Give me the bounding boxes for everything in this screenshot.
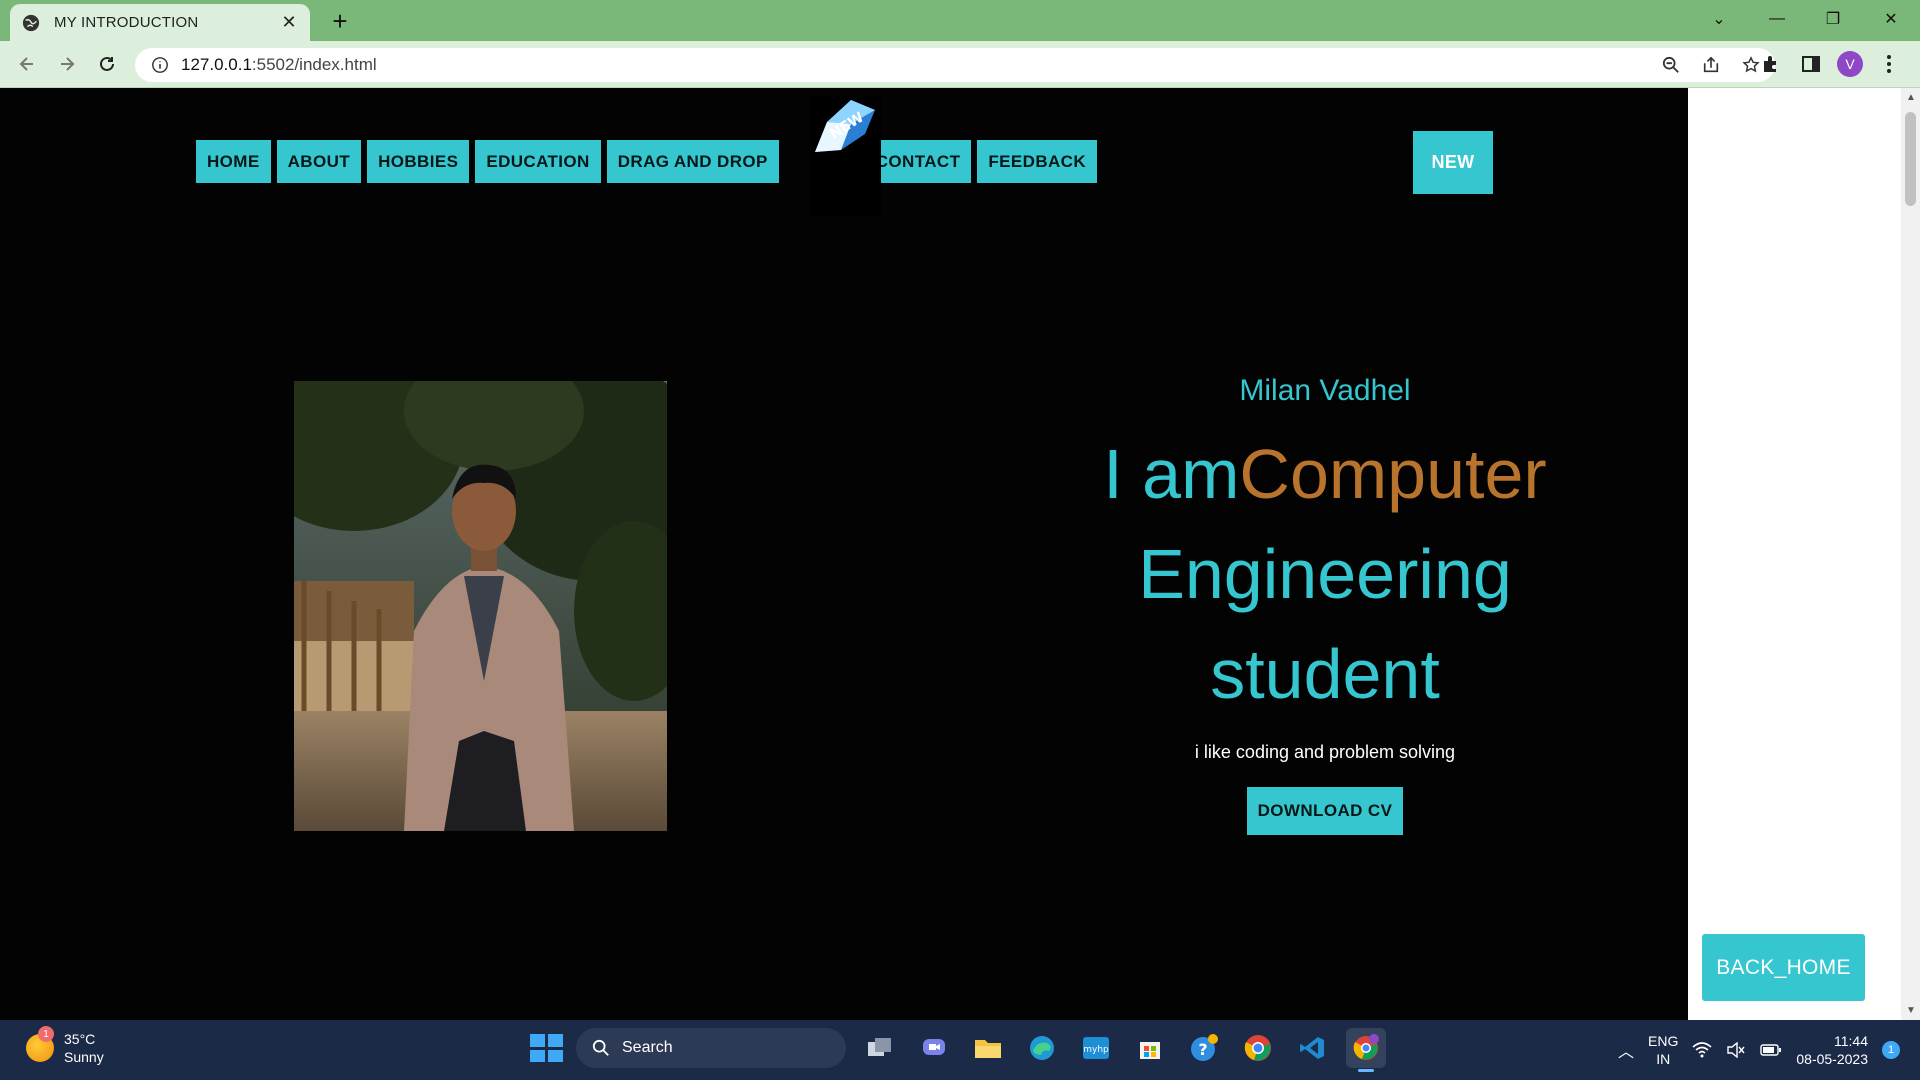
file-explorer-icon[interactable] [968,1028,1008,1068]
tab-search-icon[interactable]: ⌄ [1694,4,1744,34]
nav-drag-and-drop[interactable]: DRAG AND DROP [606,140,779,183]
new-tab-icon[interactable]: + [325,6,355,36]
myhp-icon[interactable]: myhp [1076,1028,1116,1068]
weather-desc: Sunny [64,1049,104,1065]
volume-muted-icon[interactable] [1726,1042,1746,1058]
new-button[interactable]: NEW [1413,131,1493,194]
hero-name: Milan Vadhel [1239,374,1411,407]
restore-icon[interactable]: ❐ [1808,4,1858,34]
scroll-down-arrow-icon[interactable]: ▼ [1906,1005,1916,1016]
side-panel-icon[interactable] [1797,50,1825,78]
share-icon[interactable] [1697,51,1725,79]
page-viewport: HOME ABOUT HOBBIES EDUCATION DRAG AND DR… [0,88,1920,1020]
lang-bottom: IN [1656,1051,1671,1067]
taskbar-search[interactable]: Search [576,1028,846,1068]
hero-section: Milan Vadhel I amComputer Engineering st… [1030,368,1620,835]
page-scrollbar[interactable]: ▲ ▼ [1901,88,1920,1020]
white-side-area [1688,88,1901,1020]
battery-icon[interactable] [1760,1043,1782,1057]
extensions-puzzle-icon[interactable] [1757,50,1785,78]
profile-photo [294,381,667,831]
svg-text:myhp: myhp [1083,1045,1109,1055]
svg-text:?: ? [1198,1040,1207,1059]
back-arrow-icon[interactable] [12,49,42,79]
profile-avatar[interactable]: V [1837,51,1863,77]
microsoft-store-icon[interactable] [1130,1028,1170,1068]
teams-chat-icon[interactable] [914,1028,954,1068]
browser-tab[interactable]: MY INTRODUCTION ✕ [10,4,310,41]
close-tab-icon[interactable]: ✕ [280,12,298,33]
scroll-thumb[interactable] [1905,112,1916,206]
kebab-menu-icon[interactable] [1875,50,1903,78]
taskbar-search-label: Search [622,1039,673,1056]
chevron-up-icon[interactable]: ︿ [1618,1038,1634,1062]
info-icon[interactable] [151,56,169,74]
new-badge-icon: NEW [815,100,875,152]
system-tray: ︿ ENG IN 11:44 08-05-2023 1 [1618,1020,1920,1080]
weather-badge: 1 [38,1026,54,1042]
taskbar: 1 35°C Sunny Search myhp ? ︿ ENG IN 11:4… [0,1020,1920,1080]
taskbar-apps: Search myhp ? [526,1028,1386,1072]
weather-widget[interactable]: 1 35°C Sunny [26,1026,104,1066]
reload-icon[interactable] [92,49,122,79]
nav-home[interactable]: HOME [196,140,271,183]
sun-icon: 1 [26,1026,54,1062]
browser-toolbar: 127.0.0.1:5502/index.html V [0,41,1920,88]
close-window-icon[interactable]: ✕ [1866,4,1916,34]
hero-title-prefix: I am [1103,435,1240,513]
weather-temp: 35°C [64,1031,96,1047]
nav-education[interactable]: EDUCATION [475,140,601,183]
webpage: HOME ABOUT HOBBIES EDUCATION DRAG AND DR… [0,88,1688,1020]
scroll-up-arrow-icon[interactable]: ▲ [1906,92,1916,103]
wifi-icon[interactable] [1692,1042,1712,1058]
forward-arrow-icon[interactable] [52,49,82,79]
url-text: 127.0.0.1:5502/index.html [181,55,377,74]
hero-title: I amComputer Engineering student [1030,424,1620,724]
edge-browser-icon[interactable] [1022,1028,1062,1068]
notification-badge[interactable]: 1 [1882,1041,1900,1059]
browser-tab-strip: MY INTRODUCTION ✕ + ⌄ — ❐ ✕ [0,0,1920,41]
language-indicator[interactable]: ENG IN [1648,1032,1678,1068]
clock[interactable]: 11:44 08-05-2023 [1796,1032,1868,1068]
minimize-icon[interactable]: — [1752,4,1802,34]
chrome-profile-icon[interactable] [1346,1028,1386,1072]
weather-text: 35°C Sunny [64,1030,104,1066]
nav-feedback[interactable]: FEEDBACK [977,140,1098,183]
download-cv-button[interactable]: DOWNLOAD CV [1246,787,1404,835]
nav-hobbies[interactable]: HOBBIES [367,140,470,183]
clock-time: 11:44 [1834,1033,1868,1049]
windows-start-icon[interactable] [526,1030,563,1066]
vscode-icon[interactable] [1292,1028,1332,1068]
nav-about[interactable]: ABOUT [276,140,362,183]
search-icon [592,1039,609,1056]
hero-tagline: i like coding and problem solving [1194,742,1456,762]
clock-date: 08-05-2023 [1796,1051,1868,1067]
globe-icon [22,14,40,31]
chrome-icon[interactable] [1238,1028,1278,1068]
main-nav: HOME ABOUT HOBBIES EDUCATION DRAG AND DR… [196,140,1098,183]
get-help-icon[interactable]: ? [1184,1028,1224,1068]
hero-title-accent: Computer [1239,435,1547,513]
address-bar[interactable]: 127.0.0.1:5502/index.html [135,48,1775,82]
zoom-out-icon[interactable] [1657,51,1685,79]
tab-title: MY INTRODUCTION [54,14,199,31]
back-home-button[interactable]: BACK_HOME [1702,934,1865,1001]
task-view-icon[interactable] [860,1028,900,1068]
hero-title-rest: Engineering student [1138,535,1512,713]
lang-top: ENG [1648,1033,1679,1049]
